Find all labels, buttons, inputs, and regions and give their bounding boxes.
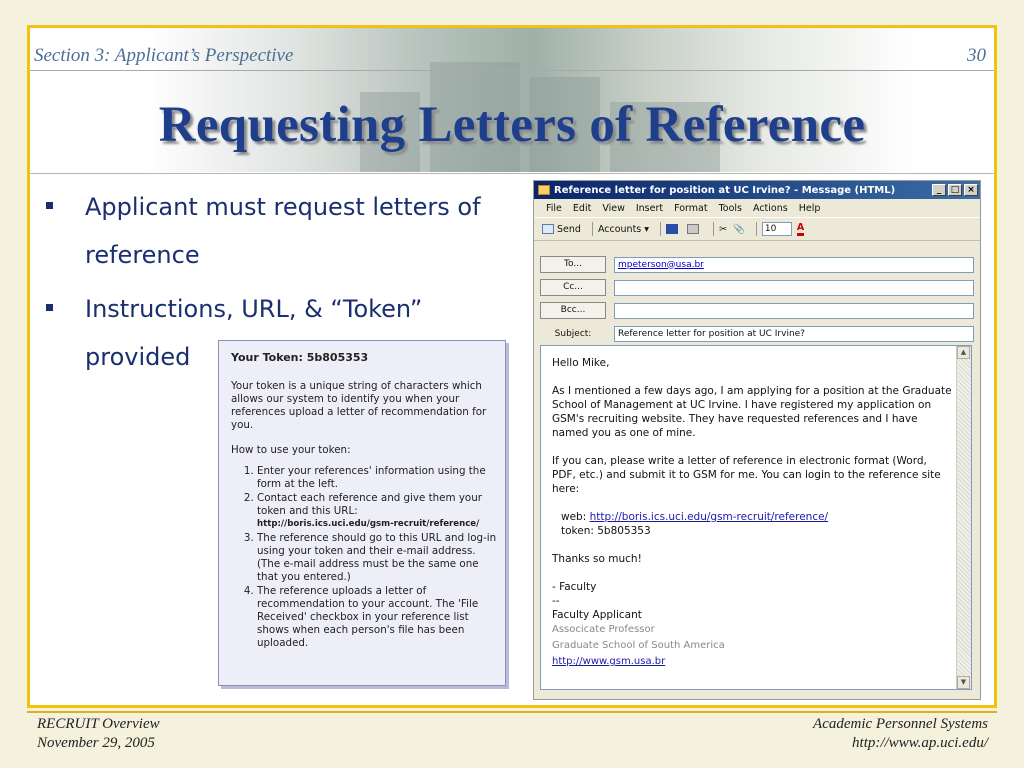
to-row: To... mpeterson@usa.br: [540, 253, 974, 276]
bullet-item: Applicant must request letters of refere…: [43, 183, 523, 279]
subject-row: Subject: Reference letter for position a…: [540, 322, 974, 345]
body-thanks: Thanks so much!: [552, 553, 642, 565]
footer-right: Academic Personnel Systems http://www.ap…: [813, 715, 988, 753]
bcc-row: Bcc...: [540, 299, 974, 322]
signature-separator: --: [552, 595, 560, 607]
title-divider: [30, 173, 994, 174]
subject-label: Subject:: [554, 328, 592, 339]
menu-file[interactable]: File: [546, 203, 562, 214]
send-button[interactable]: Send: [542, 224, 581, 235]
close-button[interactable]: ×: [964, 184, 978, 196]
bcc-button[interactable]: Bcc...: [540, 302, 606, 319]
menu-help[interactable]: Help: [799, 203, 821, 214]
paperclip-icon: 📎: [733, 223, 745, 235]
email-message-window: Reference letter for position at UC Irvi…: [533, 180, 981, 700]
token-steps: Enter your references' information using…: [231, 465, 497, 650]
body-token-line: token: 5b805353: [561, 525, 651, 537]
menu-bar: File Edit View Insert Format Tools Actio…: [534, 199, 980, 217]
minimize-button[interactable]: _: [932, 184, 946, 196]
cc-button[interactable]: Cc...: [540, 279, 606, 296]
bullet-square-icon: [46, 202, 53, 209]
token-step: Contact each reference and give them you…: [257, 492, 497, 531]
token-step: The reference should go to this URL and …: [257, 532, 497, 584]
font-color-icon: A: [796, 222, 805, 236]
section-label: Section 3: Applicant’s Perspective: [34, 45, 294, 66]
token-instructions-panel: Your Token: 5b805353 Your token is a uni…: [218, 340, 506, 686]
toolbar: Send Accounts ▾ ✂ 📎 10 A: [534, 217, 980, 241]
menu-view[interactable]: View: [602, 203, 625, 214]
printer-icon: [687, 224, 700, 234]
menu-tools[interactable]: Tools: [719, 203, 742, 214]
scroll-down-icon[interactable]: ▼: [957, 676, 970, 689]
scissors-icon: ✂: [719, 223, 728, 235]
vertical-scrollbar[interactable]: ▲ ▼: [956, 346, 971, 689]
token-step: The reference uploads a letter of recomm…: [257, 585, 497, 650]
address-fields: To... mpeterson@usa.br Cc... Bcc... Subj…: [540, 253, 974, 345]
save-disk-icon: [666, 224, 679, 234]
reference-site-link[interactable]: http://boris.ics.uci.edu/gsm-recruit/ref…: [590, 511, 829, 523]
to-field[interactable]: mpeterson@usa.br: [614, 256, 974, 273]
body-greeting: Hello Mike,: [552, 357, 610, 369]
cc-row: Cc...: [540, 276, 974, 299]
font-color-button[interactable]: A: [796, 222, 805, 236]
footer-left: RECRUIT Overview November 29, 2005: [37, 715, 160, 753]
body-paragraph: As I mentioned a few days ago, I am appl…: [552, 385, 952, 439]
menu-actions[interactable]: Actions: [753, 203, 788, 214]
attach-button[interactable]: 📎: [733, 224, 745, 235]
scroll-up-icon[interactable]: ▲: [957, 346, 970, 359]
signature-school: Graduate School of South America: [552, 640, 725, 651]
token-description: Your token is a unique string of charact…: [231, 380, 487, 431]
page-number: 30: [967, 45, 986, 66]
body-paragraph: If you can, please write a letter of ref…: [552, 455, 941, 495]
token-url: http://boris.ics.uci.edu/gsm-recruit/ref…: [257, 519, 480, 529]
footer-date: November 29, 2005: [37, 735, 155, 751]
menu-insert[interactable]: Insert: [636, 203, 663, 214]
subject-field[interactable]: Reference letter for position at UC Irvi…: [614, 325, 974, 342]
message-body-editor[interactable]: Hello Mike, As I mentioned a few days ag…: [540, 345, 972, 690]
window-title-bar[interactable]: Reference letter for position at UC Irvi…: [534, 181, 980, 199]
header-divider: [30, 70, 994, 71]
body-web-line: web: http://boris.ics.uci.edu/gsm-recrui…: [561, 511, 829, 523]
slide-title: Requesting Letters of Reference: [158, 97, 866, 153]
to-button[interactable]: To...: [540, 256, 606, 273]
token-how-to: How to use your token:: [231, 444, 351, 456]
save-button[interactable]: [666, 224, 681, 234]
accounts-dropdown[interactable]: Accounts ▾: [598, 224, 649, 235]
menu-edit[interactable]: Edit: [573, 203, 591, 214]
signature-url-link[interactable]: http://www.gsm.usa.br: [552, 656, 665, 667]
token-step: Enter your references' information using…: [257, 465, 497, 491]
cut-button[interactable]: ✂: [719, 224, 727, 235]
send-envelope-icon: [542, 224, 554, 234]
footer-url: http://www.ap.uci.edu/: [852, 735, 988, 751]
footer-org: Academic Personnel Systems: [813, 716, 988, 732]
bcc-field[interactable]: [614, 302, 974, 319]
font-size-select[interactable]: 10: [761, 222, 792, 236]
menu-format[interactable]: Format: [674, 203, 707, 214]
maximize-button[interactable]: □: [948, 184, 962, 196]
envelope-icon: [538, 185, 550, 195]
footer-divider: [27, 711, 997, 713]
print-button[interactable]: [687, 224, 702, 234]
bullet-square-icon: [46, 304, 53, 311]
footer-title: RECRUIT Overview: [37, 716, 160, 732]
cc-field[interactable]: [614, 279, 974, 296]
signature-title: Associcate Professor: [552, 624, 655, 635]
body-sign: - Faculty: [552, 581, 597, 593]
signature-name: Faculty Applicant: [552, 609, 642, 621]
token-title: Your Token: 5b805353: [231, 351, 369, 364]
window-title: Reference letter for position at UC Irvi…: [554, 184, 896, 196]
